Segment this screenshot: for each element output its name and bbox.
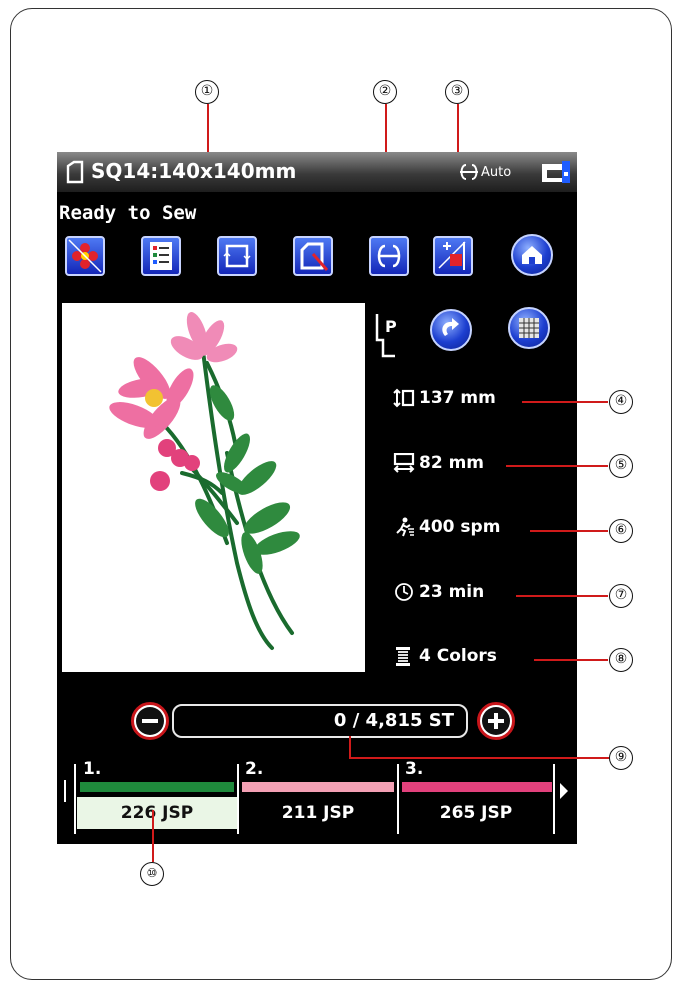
- callout-3: ③: [445, 80, 469, 104]
- stitch-counter-value: 0 / 4,815 ST: [333, 710, 454, 731]
- color-swatch-3: [402, 782, 552, 792]
- colors-value: 4 Colors: [419, 646, 497, 666]
- status-text: Ready to Sew: [59, 202, 197, 224]
- leader-5: [506, 465, 608, 467]
- grid-icon: [519, 318, 539, 338]
- leader-4: [522, 401, 608, 403]
- speed-value: 400 spm: [419, 517, 501, 537]
- height-value: 137 mm: [419, 388, 496, 408]
- callout-2: ②: [373, 80, 397, 104]
- info-width: 82 mm: [393, 453, 484, 473]
- callout-8: ⑧: [609, 648, 633, 672]
- leader-10: [152, 810, 154, 862]
- return-button[interactable]: [430, 309, 472, 351]
- scroll-right-icon[interactable]: [559, 782, 569, 800]
- callout-9: ⑨: [609, 746, 633, 770]
- speed-icon: [396, 517, 414, 537]
- svg-text:P: P: [385, 317, 397, 336]
- presser-foot-icon: P: [375, 314, 397, 358]
- callout-10: ⑩: [140, 862, 164, 886]
- thread-cut-toolbar-icon: [377, 244, 401, 268]
- callout-1: ①: [195, 80, 219, 104]
- callout-6: ⑥: [609, 519, 633, 543]
- stitch-counter: 0 / 4,815 ST: [172, 704, 468, 738]
- width-value: 82 mm: [419, 453, 485, 473]
- needle-position-button[interactable]: [433, 236, 473, 276]
- home-icon: [522, 246, 542, 264]
- return-icon: [442, 318, 459, 336]
- color-swatch-1: [80, 782, 234, 792]
- trace-icon: [223, 244, 251, 268]
- lcd-screen: SQ14:140x140mm Auto Ready to Sew P 137 m…: [57, 152, 577, 844]
- plus-icon: [482, 707, 510, 735]
- design-select-button[interactable]: [65, 236, 105, 276]
- leader-9a: [349, 736, 351, 758]
- machine-icon[interactable]: [541, 160, 571, 184]
- grid-button[interactable]: [508, 307, 550, 349]
- color-bar-left-edge-2: [74, 764, 76, 834]
- title-bar: SQ14:140x140mm Auto: [57, 152, 577, 192]
- thread-cut-icon: [460, 164, 478, 180]
- minus-button[interactable]: [131, 702, 169, 740]
- design-preview: [62, 303, 365, 672]
- color-swatch-2: [242, 782, 394, 792]
- color-label-3: 265 JSP: [439, 803, 513, 823]
- width-icon: [393, 453, 415, 473]
- color-label-1: 226 JSP: [77, 797, 237, 829]
- color-bar-right-edge: [553, 764, 555, 834]
- color-list-icon: [150, 242, 172, 270]
- color-num-1: 1.: [83, 759, 102, 779]
- color-label-2: 211 JSP: [281, 803, 355, 823]
- info-colors: 4 Colors: [393, 646, 497, 666]
- color-num-3: 3.: [405, 759, 424, 779]
- color-bar-item-3[interactable]: 3. 265 JSP: [399, 759, 553, 829]
- hoop-icon: [66, 160, 84, 184]
- callout-5: ⑤: [609, 454, 633, 478]
- color-bar-left-edge: [64, 780, 66, 802]
- crosshair-icon: [438, 241, 466, 270]
- design-select-icon: [68, 239, 102, 273]
- leader-9b: [349, 757, 609, 759]
- leader-7: [516, 595, 608, 597]
- time-value: 23 min: [419, 582, 485, 602]
- clock-icon: [395, 583, 413, 601]
- height-icon: [393, 388, 415, 408]
- jog-icon: [300, 242, 329, 271]
- callout-4: ④: [609, 390, 633, 414]
- color-bar-item-1[interactable]: 1. 226 JSP: [77, 759, 237, 829]
- color-list-button[interactable]: [141, 236, 181, 276]
- callout-7: ⑦: [609, 584, 633, 608]
- leader-8: [534, 659, 608, 661]
- trace-button[interactable]: [217, 236, 257, 276]
- jog-button[interactable]: [293, 236, 333, 276]
- leader-6: [530, 530, 608, 532]
- info-time: 23 min: [393, 582, 484, 602]
- color-bar-item-2[interactable]: 2. 211 JSP: [239, 759, 397, 829]
- hoop-title: SQ14:140x140mm: [91, 159, 297, 183]
- minus-icon: [136, 707, 164, 735]
- thread-cut-button[interactable]: [369, 236, 409, 276]
- info-height: 137 mm: [393, 388, 496, 408]
- home-button[interactable]: [511, 234, 553, 276]
- thread-spool-icon: [396, 647, 410, 666]
- flower-embroidery-image: [109, 312, 300, 650]
- auto-label: Auto: [481, 165, 512, 180]
- info-speed: 400 spm: [393, 517, 500, 537]
- color-num-2: 2.: [245, 759, 264, 779]
- plus-button[interactable]: [477, 702, 515, 740]
